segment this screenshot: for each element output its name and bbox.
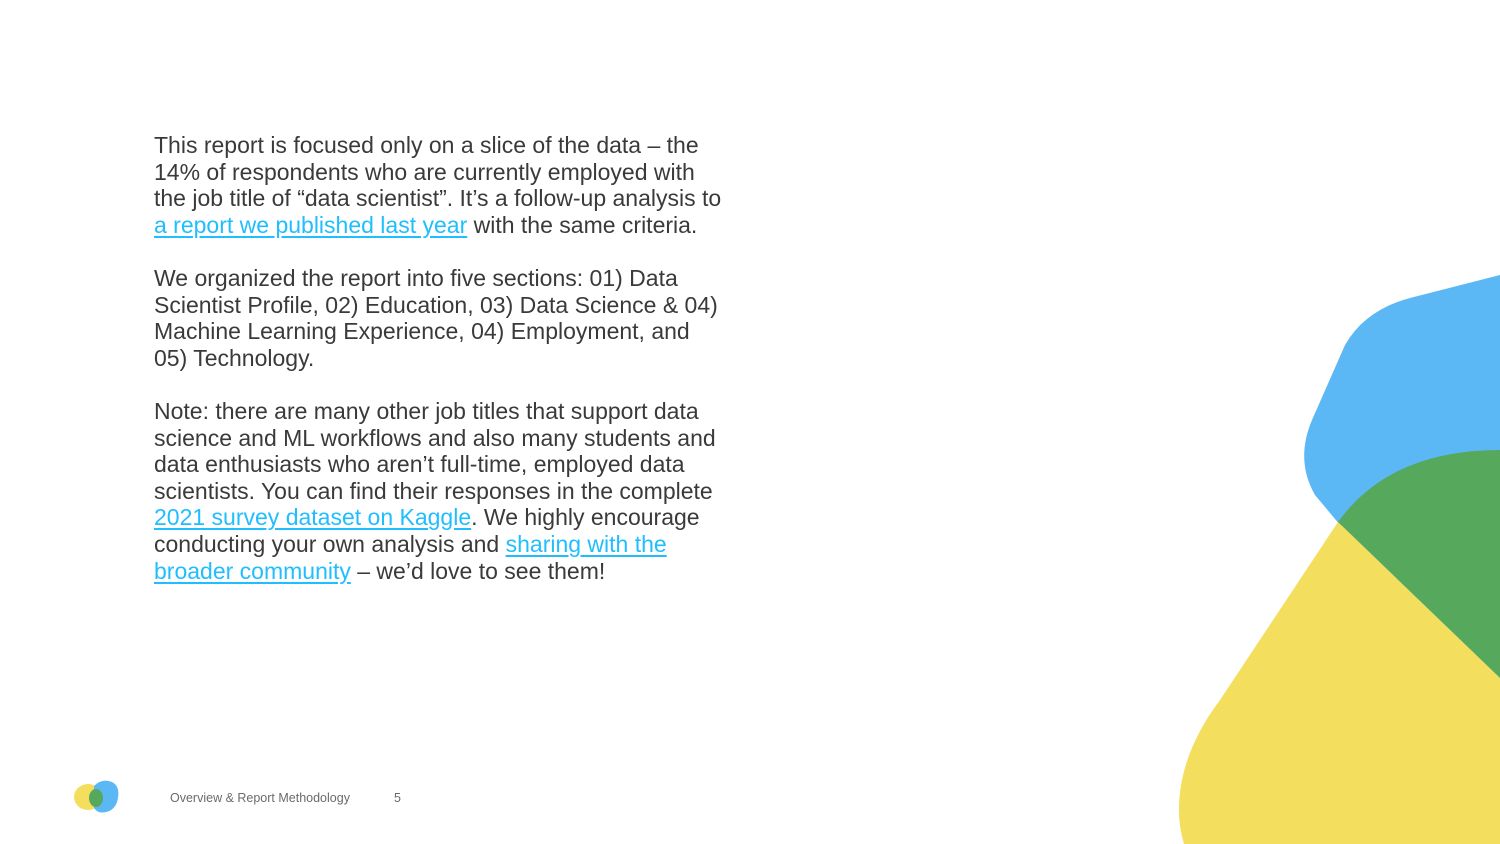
paragraph-note-text-a: Note: there are many other job titles th… [154, 397, 716, 504]
paragraph-note: Note: there are many other job titles th… [154, 398, 724, 584]
decorative-shapes [1178, 275, 1500, 844]
page-number: 5 [394, 791, 401, 805]
body-text: This report is focused only on a slice o… [154, 132, 724, 611]
paragraph-intro-text-a: This report is focused only on a slice o… [154, 132, 722, 212]
paragraph-sections-text: We organized the report into five sectio… [154, 264, 718, 371]
report-last-year-link[interactable]: a report we published last year [154, 212, 467, 238]
kaggle-logo [74, 780, 119, 813]
paragraph-intro: This report is focused only on a slice o… [154, 132, 724, 238]
paragraph-intro-text-b: with the same criteria. [467, 211, 698, 238]
footer-section-title: Overview & Report Methodology [170, 791, 350, 805]
paragraph-note-text-c: – we’d love to see them! [350, 557, 606, 584]
survey-dataset-link[interactable]: 2021 survey dataset on Kaggle [154, 504, 471, 530]
paragraph-sections: We organized the report into five sectio… [154, 265, 724, 371]
